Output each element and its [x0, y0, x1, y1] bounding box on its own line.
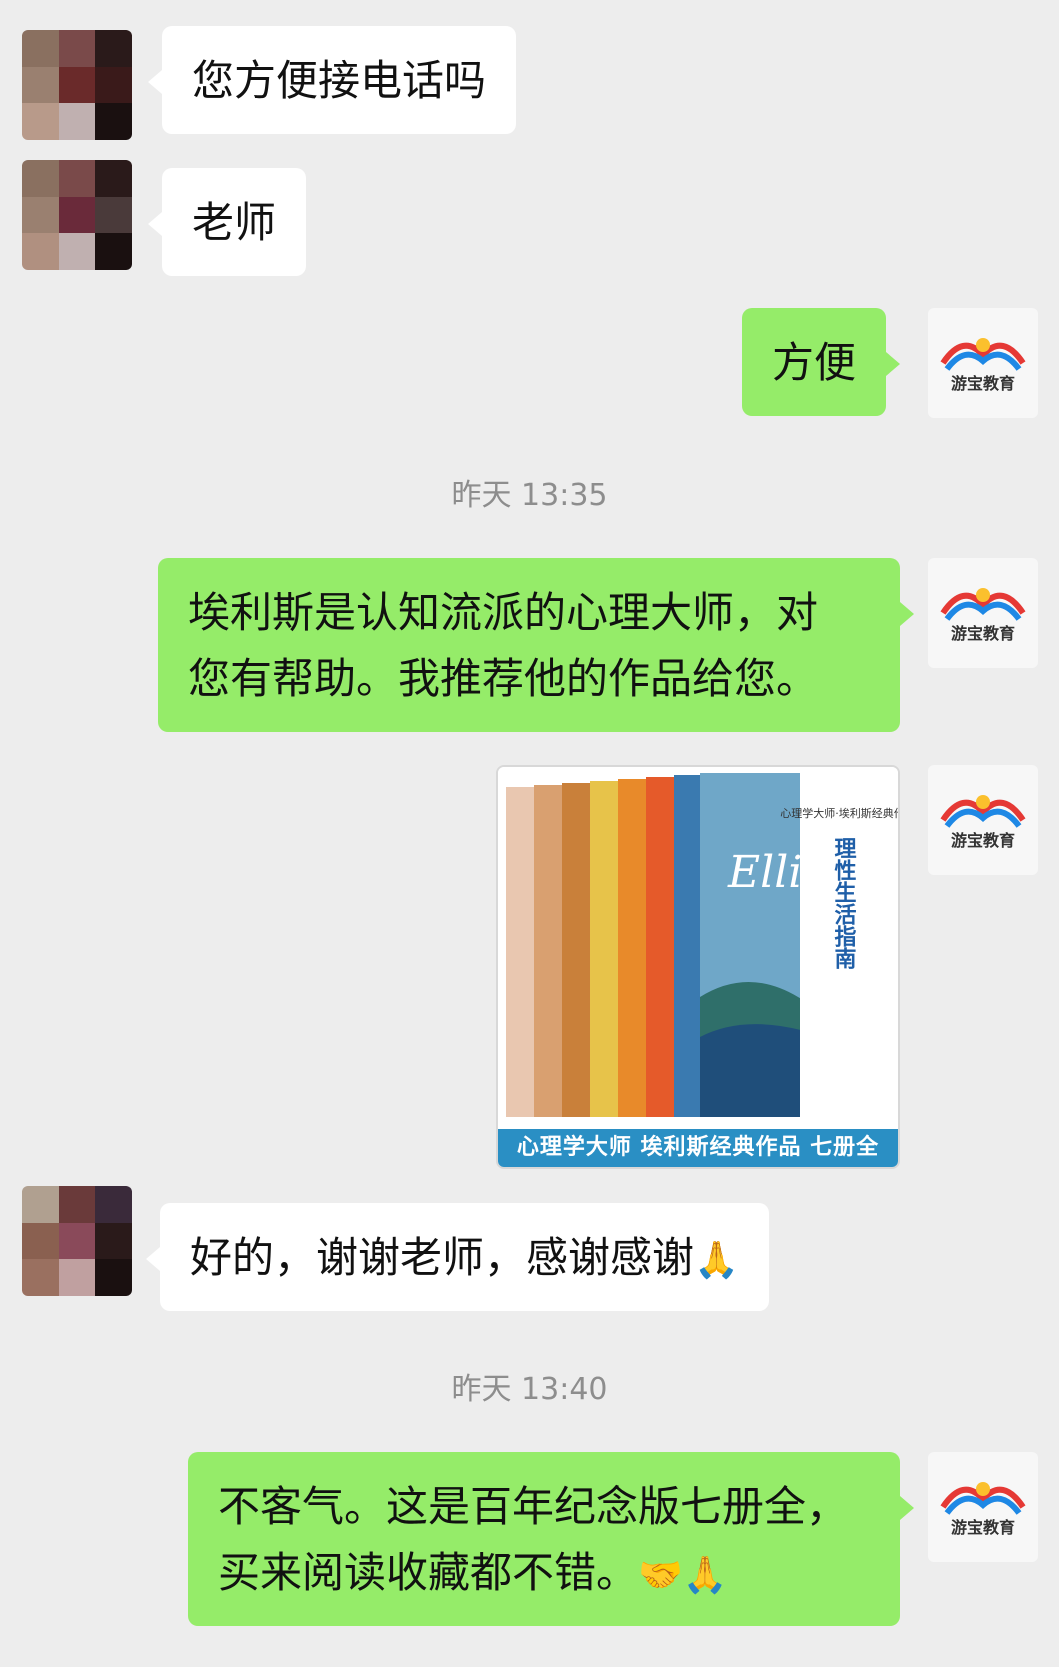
contact-avatar[interactable]	[22, 160, 132, 270]
education-logo-icon: 游宝教育	[940, 338, 1026, 393]
self-avatar[interactable]: 游宝教育	[928, 1452, 1038, 1562]
image-caption: 心理学大师 埃利斯经典作品 七册全	[498, 1129, 898, 1167]
message-bubble-incoming[interactable]: 好的，谢谢老师，感谢感谢🙏	[146, 1203, 769, 1311]
svg-text:理性生活指南: 理性生活指南	[831, 837, 857, 969]
svg-text:游宝教育: 游宝教育	[951, 624, 1015, 643]
contact-avatar[interactable]	[22, 1186, 132, 1296]
pray-emoji-icon: 🙏	[694, 1239, 739, 1281]
message-bubble-outgoing[interactable]: 不客气。这是百年纪念版七册全， 买来阅读收藏都不错。🤝🙏	[188, 1452, 914, 1626]
timestamp: 昨天 13:35	[451, 478, 608, 513]
book-set-image[interactable]: Ellis 心理学大师·埃利斯经典作品 理性生活指南 心理学大师 埃利斯经典作品…	[496, 765, 900, 1169]
message-bubble-outgoing[interactable]: 方便	[742, 308, 901, 416]
message-text-line: 埃利斯是认知流派的心理大师，对	[188, 588, 819, 637]
education-logo-icon: 游宝教育	[940, 1482, 1026, 1537]
self-avatar[interactable]: 游宝教育	[928, 558, 1038, 668]
svg-text:游宝教育: 游宝教育	[951, 831, 1015, 850]
contact-avatar[interactable]	[22, 30, 132, 140]
svg-text:游宝教育: 游宝教育	[951, 374, 1015, 393]
self-avatar[interactable]: 游宝教育	[928, 308, 1038, 418]
education-logo-icon: 游宝教育	[940, 588, 1026, 643]
svg-text:游宝教育: 游宝教育	[951, 1518, 1015, 1537]
self-avatar[interactable]: 游宝教育	[928, 765, 1038, 875]
svg-text:Ellis: Ellis	[727, 847, 825, 898]
svg-text:心理学大师·埃利斯经典作品: 心理学大师·埃利斯经典作品	[780, 806, 898, 820]
timestamp: 昨天 13:40	[451, 1372, 608, 1407]
pray-emoji-icon: 🙏	[682, 1554, 728, 1596]
message-text-line: 买来阅读收藏都不错。	[218, 1548, 639, 1597]
message-text: 方便	[772, 338, 857, 387]
education-logo-icon: 游宝教育	[940, 795, 1026, 850]
message-bubble-incoming[interactable]: 老师	[147, 168, 307, 276]
handshake-emoji-icon: 🤝	[638, 1554, 683, 1596]
message-text-line: 不客气。这是百年纪念版七册全，	[218, 1482, 849, 1531]
message-bubble-outgoing[interactable]: 埃利斯是认知流派的心理大师，对 您有帮助。我推荐他的作品给您。	[158, 558, 914, 732]
message-text: 好的，谢谢老师，感谢感谢	[190, 1233, 695, 1282]
message-bubble-incoming[interactable]: 您方便接电话吗	[147, 26, 517, 134]
message-text: 您方便接电话吗	[192, 56, 487, 105]
book-spines-illustration: Ellis 心理学大师·埃利斯经典作品 理性生活指南	[498, 767, 898, 1131]
message-text-line: 您有帮助。我推荐他的作品给您。	[188, 654, 819, 703]
message-text: 老师	[192, 198, 277, 247]
